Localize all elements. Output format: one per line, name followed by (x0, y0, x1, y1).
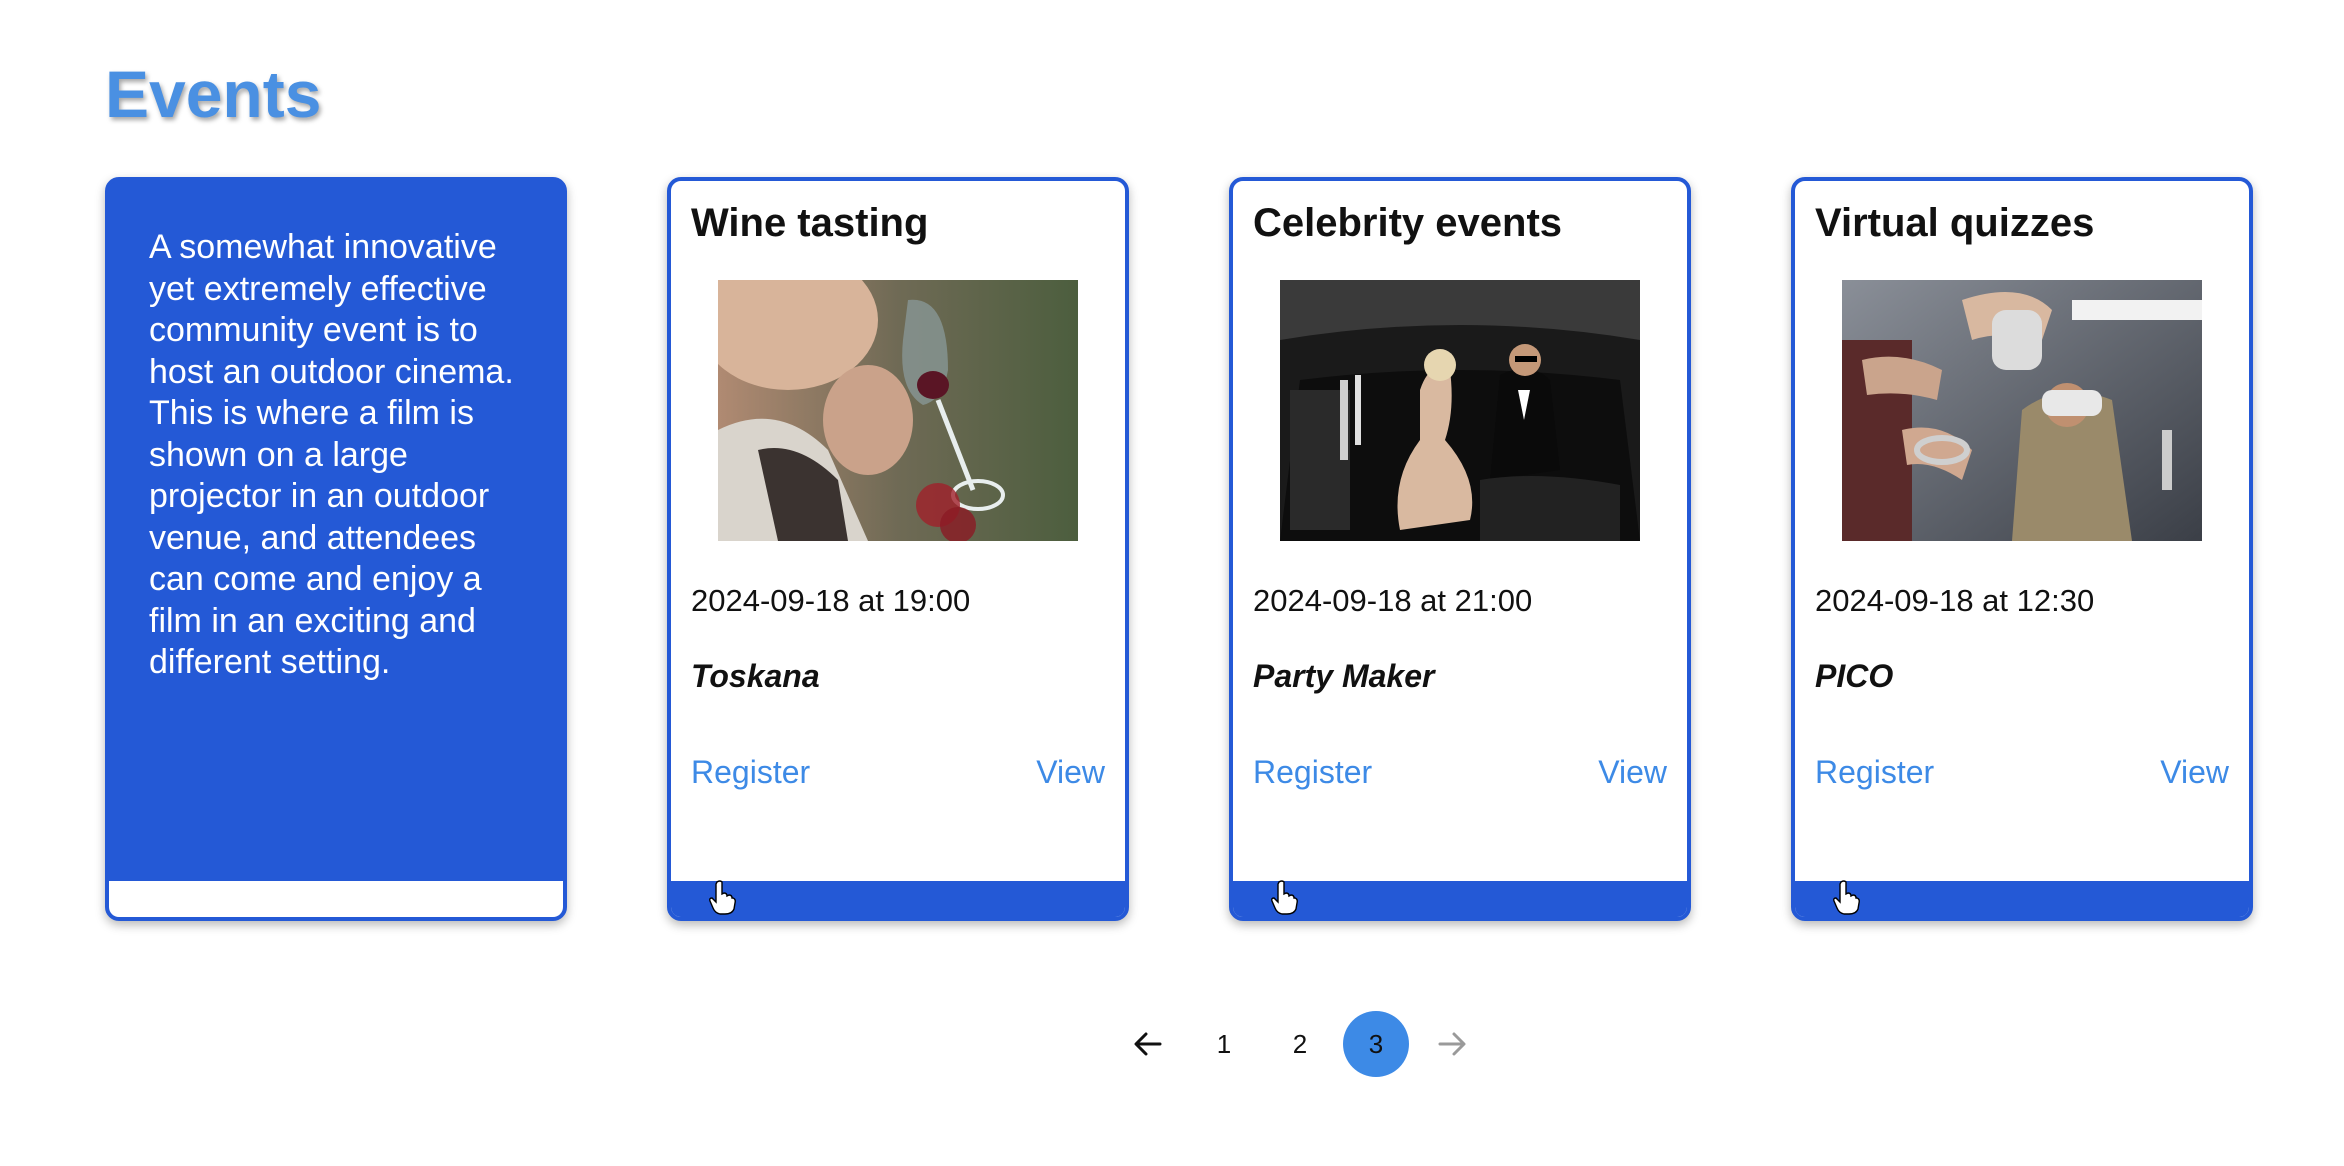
event-venue: PICO (1815, 658, 1894, 694)
pagination: 1 2 3 (1110, 1011, 1490, 1077)
card-footer (671, 880, 1125, 917)
intro-text: A somewhat innovative yet extremely effe… (149, 228, 514, 681)
arrow-right-icon (1438, 1032, 1466, 1056)
event-card-wine-tasting[interactable]: Wine tasting 2024-09-18 at 19:00 Toskana… (667, 177, 1129, 921)
intro-card-footer (109, 881, 563, 917)
event-card-celebrity-events[interactable]: Celebrity events 2024-09-18 at 21:00 Par… (1229, 177, 1691, 921)
hand-pointer-icon (709, 880, 736, 915)
event-title: Virtual quizzes (1815, 201, 2095, 245)
register-link[interactable]: Register (1253, 754, 1372, 791)
register-link[interactable]: Register (1815, 754, 1934, 791)
register-link[interactable]: Register (691, 754, 810, 791)
card-footer (1795, 880, 2249, 917)
event-venue: Party Maker (1253, 658, 1435, 694)
event-title: Celebrity events (1253, 201, 1563, 245)
intro-card: A somewhat innovative yet extremely effe… (105, 177, 567, 921)
next-page-button[interactable] (1419, 1011, 1485, 1077)
page-title: Events (105, 57, 322, 131)
event-venue: Toskana (691, 658, 820, 694)
event-datetime: 2024-09-18 at 21:00 (1253, 583, 1533, 618)
event-datetime: 2024-09-18 at 12:30 (1815, 583, 2095, 618)
page-button-2[interactable]: 2 (1267, 1011, 1333, 1077)
wine-tasting-photo (718, 280, 1078, 541)
event-title: Wine tasting (691, 201, 929, 245)
page-button-3-current[interactable]: 3 (1343, 1011, 1409, 1077)
hand-pointer-icon (1271, 880, 1298, 915)
view-link[interactable]: View (1598, 754, 1667, 791)
celebrity-limo-photo (1280, 280, 1640, 541)
event-card-virtual-quizzes[interactable]: Virtual quizzes 2024-09-18 at 12:30 PICO… (1791, 177, 2253, 921)
prev-page-button[interactable] (1115, 1011, 1181, 1077)
event-datetime: 2024-09-18 at 19:00 (691, 583, 971, 618)
arrow-left-icon (1134, 1032, 1162, 1056)
card-footer (1233, 880, 1687, 917)
view-link[interactable]: View (2160, 754, 2229, 791)
vr-headset-photo (1842, 280, 2202, 541)
page-button-1[interactable]: 1 (1191, 1011, 1257, 1077)
view-link[interactable]: View (1036, 754, 1105, 791)
hand-pointer-icon (1833, 880, 1860, 915)
events-page: Events A somewhat innovative yet extreme… (0, 0, 2344, 1166)
